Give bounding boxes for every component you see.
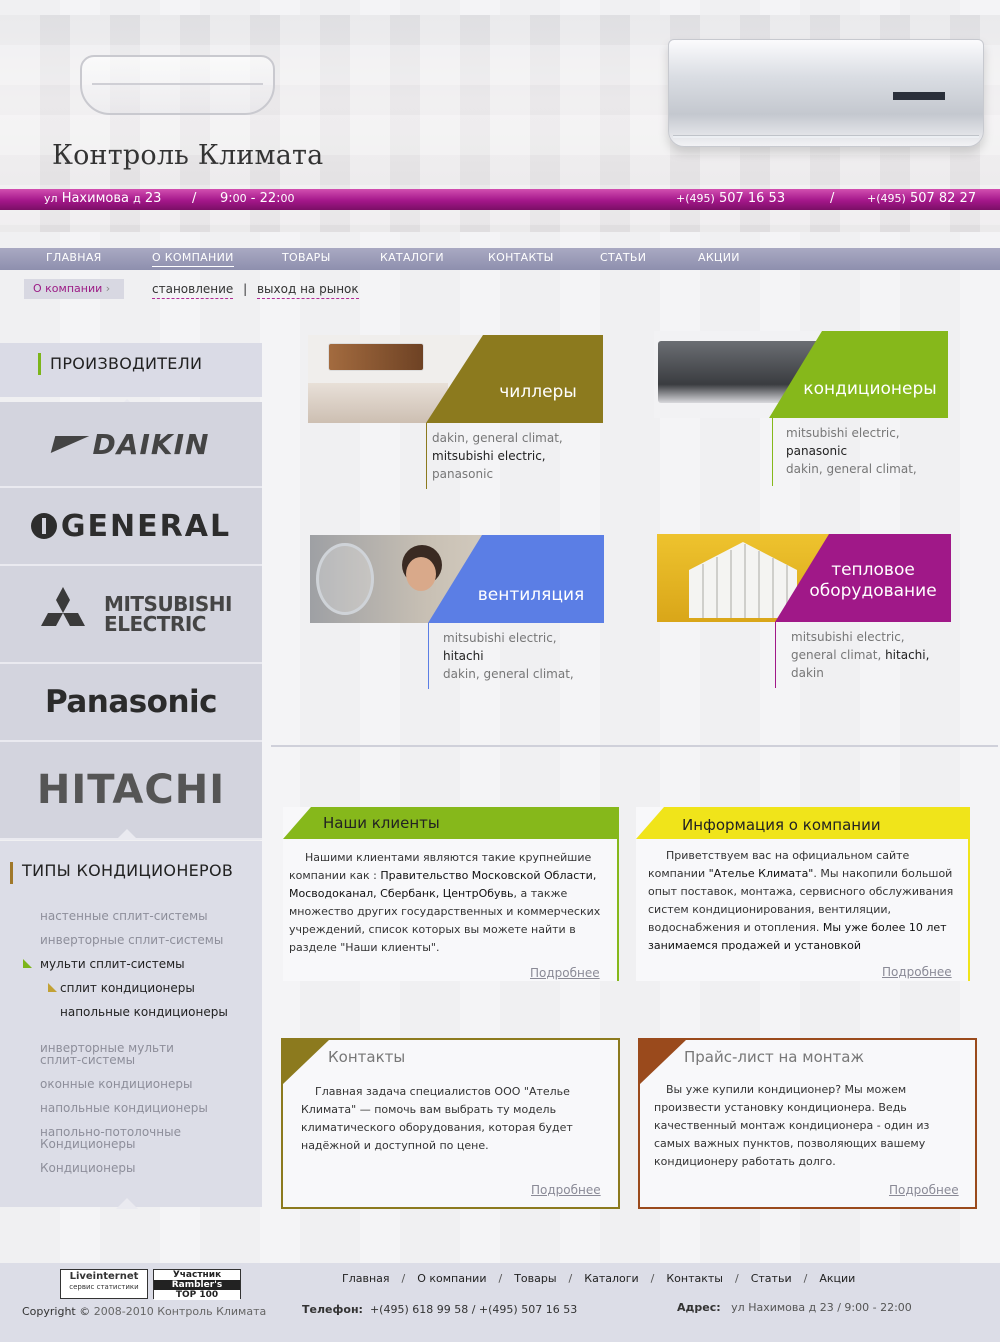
contacts-title: Контакты xyxy=(328,1048,406,1066)
clients-more-link[interactable]: Подробнее xyxy=(530,966,600,980)
nav-catalogs[interactable]: КАТАЛОГИ xyxy=(380,251,444,266)
company-info-text: Приветствуем вас на официальном сайте ко… xyxy=(648,849,954,952)
category-label: кондиционеры xyxy=(803,379,937,399)
category-brands: mitsubishi electric, hitachi dakin, gene… xyxy=(443,631,574,681)
nav-articles[interactable]: СТАТЬИ xyxy=(600,251,646,266)
liveinternet-badge[interactable]: Liveinternet сервис статистики xyxy=(60,1269,148,1299)
category-label: тепловое оборудование xyxy=(809,560,937,601)
price-list-box: Прайс-лист на монтаж Вы уже купили конди… xyxy=(638,1038,977,1209)
ac-types-title: ТИПЫ КОНДИЦИОНЕРОВ xyxy=(10,861,233,884)
hitachi-logo-icon: HITACHI xyxy=(36,767,226,813)
category-brands: mitsubishi electric, general climat, hit… xyxy=(791,630,930,680)
panasonic-logo-icon: Panasonic xyxy=(44,684,218,720)
brand-mitsubishi[interactable]: MITSUBISHI ELECTRIC xyxy=(0,566,262,664)
price-list-title: Прайс-лист на монтаж xyxy=(684,1048,864,1066)
brand-hitachi[interactable]: HITACHI xyxy=(0,742,262,840)
subnav-formation[interactable]: становление xyxy=(152,282,234,299)
subnav-market[interactable]: выход на рынок xyxy=(256,282,359,299)
price-list-more-link[interactable]: Подробнее xyxy=(889,1183,959,1197)
category-ventilation[interactable]: вентиляция mitsubishi electric, hitachi … xyxy=(310,535,604,690)
type-item[interactable]: инверторные сплит-системы xyxy=(40,934,223,946)
type-item[interactable]: напольно-потолочные Кондиционеры xyxy=(40,1126,181,1150)
category-brands: mitsubishi electric, panasonic dakin, ge… xyxy=(786,426,917,476)
type-item[interactable]: оконные кондиционеры xyxy=(40,1078,192,1090)
footer-nav: Главная / О компании / Товары / Каталоги / Конта… xyxy=(342,1272,856,1285)
sidebar: ПРОИЗВОДИТЕЛИ DAIKIN GENERAL MITSUBISHI E… xyxy=(0,343,262,1209)
ac-types-panel: ТИПЫ КОНДИЦИОНЕРОВ настенные сплит-систе… xyxy=(0,841,262,1207)
type-subitem-active[interactable]: сплит кондиционеры xyxy=(48,982,195,994)
nav-contacts[interactable]: КОНТАКТЫ xyxy=(488,251,554,266)
contacts-more-link[interactable]: Подробнее xyxy=(531,1183,601,1197)
category-brands: dakin, general climat, mitsubishi electr… xyxy=(432,431,563,481)
clients-title: Наши клиенты xyxy=(323,814,440,832)
phone-2[interactable]: +(495) 507 82 27 xyxy=(867,191,976,206)
hours: 9:00 - 22:00 xyxy=(220,191,295,206)
type-subitem[interactable]: напольные кондиционеры xyxy=(60,1006,228,1018)
footer-phone: Телефон: +(495) 618 99 58 / +(495) 507 1… xyxy=(302,1303,578,1316)
category-air-conditioners[interactable]: кондиционеры mitsubishi electric, panaso… xyxy=(654,331,948,486)
contact-bar: ул Нахимова д 23 / 9:00 - 22:00 +(495) 5… xyxy=(0,189,1000,210)
footer-nav-products[interactable]: Товары xyxy=(514,1272,556,1285)
category-chillers[interactable]: чиллеры dakin, general climat, mitsubish… xyxy=(308,335,603,490)
air-conditioner-image xyxy=(668,39,984,147)
footer-nav-contacts[interactable]: Контакты xyxy=(666,1272,723,1285)
mitsubishi-logo-icon: MITSUBISHI ELECTRIC xyxy=(30,585,232,643)
contacts-text: Главная задача специалистов ООО "Ателье … xyxy=(301,1085,573,1152)
type-item[interactable]: напольные кондиционеры xyxy=(40,1102,208,1114)
general-logo-icon: GENERAL xyxy=(30,509,231,544)
company-info-title: Информация о компании xyxy=(682,816,881,834)
section-divider xyxy=(271,745,998,747)
company-info-box: Информация о компании Приветствуем вас н… xyxy=(636,807,970,981)
price-list-text: Вы уже купили кондиционер? Мы можем прои… xyxy=(654,1083,930,1168)
company-info-more-link[interactable]: Подробнее xyxy=(882,965,952,979)
contacts-box: Контакты Главная задача специалистов ООО… xyxy=(281,1038,620,1209)
footer-nav-about[interactable]: О компании xyxy=(417,1272,486,1285)
type-item[interactable]: инверторные мульти сплит-системы xyxy=(40,1042,174,1066)
daikin-logo-icon: DAIKIN xyxy=(50,428,210,461)
phone-1[interactable]: +(495) 507 16 53 xyxy=(676,191,785,206)
clients-text: Нашими клиентами являются такие крупнейш… xyxy=(289,851,601,954)
brand-panasonic[interactable]: Panasonic xyxy=(0,664,262,742)
breadcrumb[interactable]: О компании › xyxy=(24,279,124,299)
nav-about[interactable]: О КОМПАНИИ xyxy=(152,251,234,267)
footer-nav-promo[interactable]: Акции xyxy=(819,1272,855,1285)
type-item[interactable]: Кондиционеры xyxy=(40,1162,135,1174)
footer-nav-articles[interactable]: Статьи xyxy=(751,1272,792,1285)
category-label: вентиляция xyxy=(477,585,585,605)
nav-promo[interactable]: АКЦИИ xyxy=(698,251,740,266)
nav-home[interactable]: ГЛАВНАЯ xyxy=(46,251,102,266)
site-footer: Liveinternet сервис статистики Участник … xyxy=(0,1263,1000,1342)
brand-general[interactable]: GENERAL xyxy=(0,488,262,566)
site-title: Контроль Климата xyxy=(52,140,324,171)
category-label: чиллеры xyxy=(499,382,577,402)
footer-nav-catalogs[interactable]: Каталоги xyxy=(584,1272,638,1285)
nav-products[interactable]: ТОВАРЫ xyxy=(282,251,331,266)
brand-daikin[interactable]: DAIKIN xyxy=(0,402,262,488)
main-nav: ГЛАВНАЯ О КОМПАНИИ ТОВАРЫ КАТАЛОГИ КОНТА… xyxy=(0,248,1000,270)
clients-box: Наши клиенты Нашими клиентами являются т… xyxy=(283,807,619,981)
logo-ac-icon xyxy=(80,55,275,115)
category-heating[interactable]: тепловое оборудование mitsubishi electri… xyxy=(657,534,951,689)
rambler-top100-badge[interactable]: Участник Rambler's TOP 100 xyxy=(153,1269,241,1300)
footer-address: Адрес: ул Нахимова д 23 / 9:00 - 22:00 xyxy=(677,1301,912,1314)
copyright: Copyright © 2008-2010 Контроль Климата xyxy=(22,1305,267,1318)
address: ул Нахимова д 23 xyxy=(44,191,162,206)
type-item-active[interactable]: мульти сплит-системы xyxy=(23,958,185,970)
footer-nav-home[interactable]: Главная xyxy=(342,1272,390,1285)
type-item[interactable]: настенные сплит-системы xyxy=(40,910,208,922)
manufacturers-header: ПРОИЗВОДИТЕЛИ xyxy=(0,343,262,397)
